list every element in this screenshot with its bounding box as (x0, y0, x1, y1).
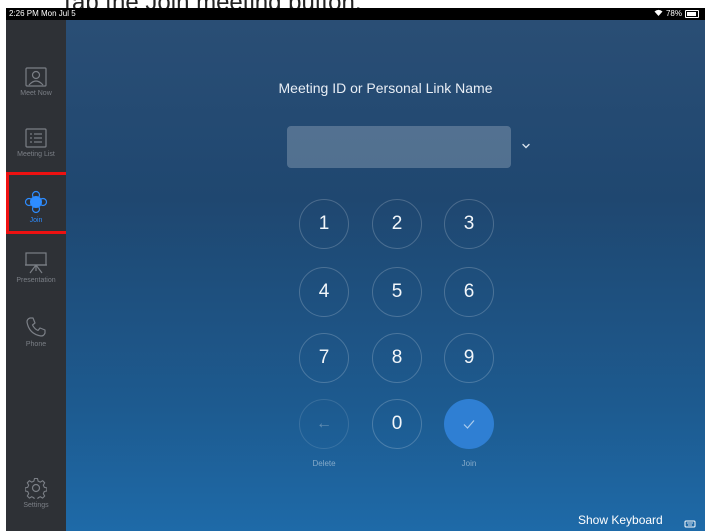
sidebar-item-label: Settings (23, 502, 49, 509)
delete-button[interactable]: ← (299, 399, 349, 449)
status-time: 2:26 PM Mon Jul 5 (9, 9, 76, 18)
delete-label: Delete (312, 459, 336, 468)
join-panel: Meeting ID or Personal Link Name 1 2 3 4… (66, 20, 705, 531)
keypad-key-5[interactable]: 5 (372, 267, 422, 317)
join-label: Join (461, 459, 477, 468)
sidebar-item-settings[interactable]: Settings (6, 477, 66, 531)
sidebar-item-meet-now[interactable]: Meet Now (6, 67, 66, 129)
keypad-key-7[interactable]: 7 (299, 333, 349, 383)
battery-percent: 78% (665, 9, 682, 18)
presentation-icon (6, 252, 66, 274)
sidebar-item-label: Presentation (16, 277, 56, 284)
keypad-key-9[interactable]: 9 (444, 333, 494, 383)
sidebar-item-label: Join (29, 217, 43, 224)
meet-now-icon (6, 67, 66, 87)
status-right: 78% (654, 8, 699, 20)
checkmark-icon (461, 416, 477, 437)
sidebar-item-meeting-list[interactable]: Meeting List (6, 128, 66, 190)
meeting-id-input[interactable] (287, 126, 511, 168)
keyboard-icon[interactable] (684, 515, 696, 528)
sidebar-item-presentation[interactable]: Presentation (6, 252, 66, 314)
device-screen: 2:26 PM Mon Jul 5 78% Meet Now Meeting L… (6, 8, 705, 531)
battery-icon (685, 10, 699, 18)
keypad-key-4[interactable]: 4 (299, 267, 349, 317)
keypad-key-0[interactable]: 0 (372, 399, 422, 449)
keypad-key-2[interactable]: 2 (372, 199, 422, 249)
sidebar-item-phone[interactable]: Phone (6, 316, 66, 378)
sidebar-item-label: Meeting List (17, 151, 55, 158)
sidebar-item-join[interactable]: Join (6, 190, 66, 252)
meeting-list-icon (6, 128, 66, 148)
arrow-left-icon: ← (316, 415, 332, 432)
chevron-down-icon[interactable] (518, 138, 534, 154)
sidebar-item-label: Meet Now (20, 90, 52, 97)
keypad-key-3[interactable]: 3 (444, 199, 494, 249)
sidebar: Meet Now Meeting List Join Presentation (6, 20, 66, 531)
wifi-icon (654, 8, 663, 20)
keypad-key-8[interactable]: 8 (372, 333, 422, 383)
sidebar-item-label: Phone (25, 341, 47, 348)
phone-icon (6, 316, 66, 338)
page-title: Meeting ID or Personal Link Name (278, 80, 493, 96)
join-button[interactable] (444, 399, 494, 449)
status-bar: 2:26 PM Mon Jul 5 78% (6, 8, 705, 20)
keypad-key-6[interactable]: 6 (444, 267, 494, 317)
gear-icon (6, 477, 66, 499)
show-keyboard-button[interactable]: Show Keyboard (578, 513, 663, 527)
keypad-key-1[interactable]: 1 (299, 199, 349, 249)
join-icon (6, 190, 66, 214)
